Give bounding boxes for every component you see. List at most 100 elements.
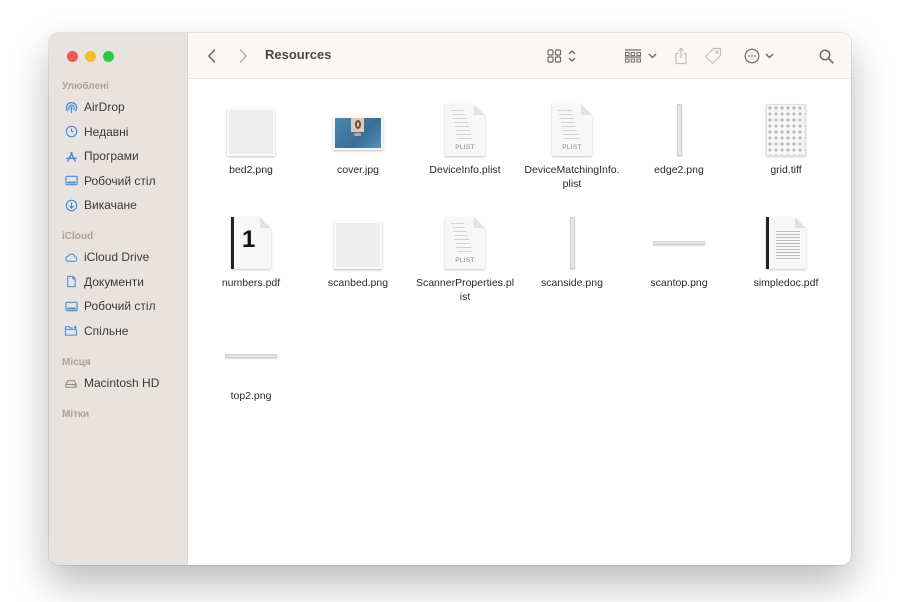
file-item[interactable]: PLIST ScannerProperties.plist: [409, 213, 521, 304]
file-name: edge2.png: [654, 164, 704, 176]
file-thumbnail: [730, 213, 842, 269]
forward-button[interactable]: [236, 46, 250, 66]
sidebar-item-icloud-desktop[interactable]: Робочий стіл: [49, 294, 187, 319]
sidebar: Улюблені AirDrop Недавні Програми Робочи…: [49, 33, 188, 565]
pdf-file-icon: [766, 217, 806, 269]
file-name: grid.tiff: [770, 164, 802, 176]
sidebar-section-icloud: iCloud iCloud Drive Документи Робочий ст…: [49, 229, 187, 343]
file-thumbnail: PLIST: [409, 100, 521, 156]
file-thumbnail: [302, 213, 414, 269]
sidebar-item-label: AirDrop: [84, 100, 125, 115]
file-thumbnail: PLIST: [516, 100, 628, 156]
sidebar-item-desktop[interactable]: Робочий стіл: [49, 169, 187, 194]
group-by-icon: [624, 49, 641, 63]
sidebar-item-downloads[interactable]: Викачане: [49, 193, 187, 218]
image-thumbnail: [334, 221, 382, 269]
file-thumbnail: [195, 326, 307, 382]
image-thumbnail: [227, 108, 275, 156]
file-name: simpledoc.pdf: [753, 277, 819, 289]
file-grid: bed2.png cover.jpg PLIST DeviceInfo.plist PL…: [188, 79, 851, 565]
main-content: Resources bed2.png cover.jpg PLIST Devic…: [188, 33, 851, 565]
shared-folder-icon: [64, 324, 78, 338]
icon-grid-icon: [547, 49, 562, 63]
file-name: DeviceInfo.plist: [429, 164, 501, 176]
plist-file-icon: PLIST: [552, 104, 592, 156]
sidebar-item-applications[interactable]: Програми: [49, 144, 187, 169]
share-button[interactable]: [672, 46, 690, 66]
search-button[interactable]: [817, 46, 835, 66]
file-thumbnail: [516, 213, 628, 269]
file-item[interactable]: PLIST DeviceInfo.plist: [409, 100, 521, 177]
file-item[interactable]: grid.tiff: [730, 100, 842, 177]
plist-file-icon: PLIST: [445, 104, 485, 156]
zoom-button[interactable]: [103, 51, 114, 62]
sidebar-item-recents[interactable]: Недавні: [49, 120, 187, 145]
desktop-icon: [64, 174, 78, 188]
file-item[interactable]: 1 numbers.pdf: [195, 213, 307, 290]
cloud-icon: [64, 250, 78, 264]
file-type-badge: PLIST: [455, 144, 475, 151]
actions-menu-button[interactable]: [743, 46, 775, 66]
applications-icon: [64, 149, 78, 163]
sidebar-item-label: Спільне: [84, 323, 129, 338]
plist-file-icon: PLIST: [445, 217, 485, 269]
file-type-badge: PLIST: [455, 257, 475, 264]
file-thumbnail: [195, 100, 307, 156]
file-name: top2.png: [230, 390, 272, 402]
close-button[interactable]: [67, 51, 78, 62]
file-thumbnail: [302, 100, 414, 156]
chevron-down-icon: [765, 53, 774, 59]
file-item[interactable]: bed2.png: [195, 100, 307, 177]
file-name: scanside.png: [541, 277, 603, 289]
sidebar-section-locations: Місця Macintosh HD: [49, 355, 187, 396]
sidebar-item-icloud-drive[interactable]: iCloud Drive: [49, 245, 187, 270]
sidebar-item-airdrop[interactable]: AirDrop: [49, 95, 187, 120]
toolbar: Resources: [188, 33, 851, 79]
file-item[interactable]: scanside.png: [516, 213, 628, 290]
tag-icon: [704, 47, 722, 65]
sidebar-heading: Мітки: [62, 409, 90, 420]
file-thumbnail: 1: [195, 213, 307, 269]
file-name: bed2.png: [229, 164, 273, 176]
clock-icon: [64, 125, 78, 139]
back-button[interactable]: [205, 46, 219, 66]
traffic-lights: [67, 51, 114, 62]
file-item[interactable]: simpledoc.pdf: [730, 213, 842, 290]
file-item[interactable]: top2.png: [195, 326, 307, 403]
share-icon: [675, 47, 687, 65]
file-name: scantop.png: [650, 277, 708, 289]
sidebar-section-tags: Мітки: [49, 407, 187, 423]
view-mode-button[interactable]: [545, 46, 579, 66]
file-item[interactable]: edge2.png: [623, 100, 735, 177]
grid-image-thumbnail: [766, 104, 806, 156]
desktop-icon: [64, 299, 78, 313]
file-item[interactable]: scanbed.png: [302, 213, 414, 290]
sidebar-heading: Місця: [62, 357, 91, 368]
image-thumbnail: [225, 354, 277, 358]
chevron-up-down-icon: [568, 50, 576, 62]
document-icon: [64, 275, 78, 289]
image-thumbnail: [676, 104, 682, 156]
hard-drive-icon: [64, 376, 78, 390]
sidebar-item-shared[interactable]: Спільне: [49, 319, 187, 344]
file-name: scanbed.png: [327, 277, 389, 289]
file-item[interactable]: PLIST DeviceMatchingInfo.plist: [516, 100, 628, 191]
sidebar-item-label: Робочий стіл: [84, 299, 156, 314]
file-name: ScannerProperties.plist: [415, 277, 515, 303]
group-by-button[interactable]: [622, 46, 658, 66]
sidebar-heading: Улюблені: [62, 81, 109, 92]
airdrop-icon: [64, 100, 78, 114]
sidebar-item-documents[interactable]: Документи: [49, 270, 187, 295]
file-thumbnail: [623, 100, 735, 156]
file-item[interactable]: scantop.png: [623, 213, 735, 290]
finder-window: Улюблені AirDrop Недавні Програми Робочи…: [49, 33, 851, 565]
minimize-button[interactable]: [85, 51, 96, 62]
file-thumbnail: PLIST: [409, 213, 521, 269]
sidebar-item-macintosh-hd[interactable]: Macintosh HD: [49, 371, 187, 396]
download-icon: [64, 198, 78, 212]
sidebar-item-label: Програми: [84, 149, 139, 164]
file-item[interactable]: cover.jpg: [302, 100, 414, 177]
photo-thumbnail: [333, 116, 383, 150]
file-name: cover.jpg: [336, 164, 380, 176]
tag-button[interactable]: [703, 46, 723, 66]
